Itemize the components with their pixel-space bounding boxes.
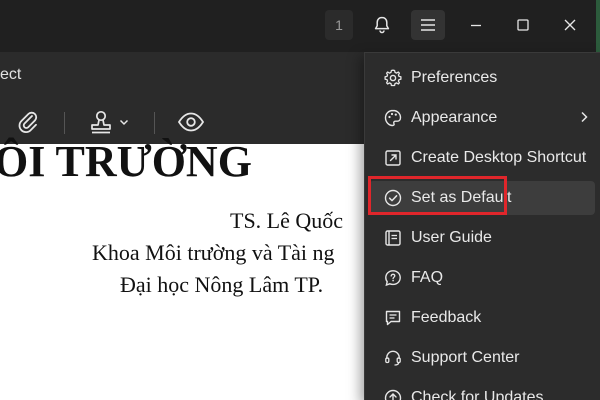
gear-icon: [381, 66, 405, 90]
menu-item-preferences[interactable]: Preferences: [369, 61, 595, 95]
hamburger-menu-icon[interactable]: [411, 10, 445, 40]
toolbar-divider: [64, 112, 65, 134]
menu-item-label: Set as Default: [411, 189, 512, 206]
menu-item-label: Support Center: [411, 349, 520, 366]
menu-item-create-desktop-shortcut[interactable]: Create Desktop Shortcut: [369, 141, 595, 175]
eye-icon[interactable]: [176, 108, 206, 136]
menu-item-feedback[interactable]: Feedback: [369, 301, 595, 335]
tab-label[interactable]: ect: [0, 66, 21, 84]
menu-item-check-for-updates[interactable]: Check for Updates: [369, 381, 595, 400]
main-menu-dropdown: Preferences Appearance Create Desktop Sh…: [364, 52, 600, 400]
feedback-icon: [381, 306, 405, 330]
bell-icon[interactable]: [365, 10, 399, 40]
app-window: 1 ect ÔI TRƯỜNG TS. Lê Quốc Khoa Môi trư…: [0, 0, 600, 400]
document-line: TS. Lê Quốc: [230, 208, 344, 233]
minimize-icon[interactable]: [459, 10, 493, 40]
shortcut-icon: [381, 146, 405, 170]
chevron-right-icon: [581, 111, 588, 123]
update-icon: [381, 386, 405, 400]
maximize-icon[interactable]: [506, 10, 540, 40]
menu-item-label: Appearance: [411, 109, 498, 126]
menu-item-faq[interactable]: FAQ: [369, 261, 595, 295]
menu-item-label: Create Desktop Shortcut: [411, 149, 587, 166]
faq-icon: [381, 266, 405, 290]
check-circle-icon: [381, 186, 405, 210]
document-line: Khoa Môi trường và Tài ng: [92, 240, 335, 265]
paperclip-icon[interactable]: [14, 108, 42, 136]
guide-icon: [381, 226, 405, 250]
menu-item-appearance[interactable]: Appearance: [369, 101, 595, 135]
window-accent-edge: [596, 0, 600, 52]
menu-item-label: Check for Updates: [411, 389, 544, 400]
notification-count-badge[interactable]: 1: [325, 10, 353, 40]
menu-item-label: FAQ: [411, 269, 444, 286]
palette-icon: [381, 106, 405, 130]
document-line: Đại học Nông Lâm TP.: [120, 272, 324, 297]
stamp-icon: [91, 110, 111, 134]
chevron-down-icon: [119, 119, 129, 126]
toolbar-divider: [154, 112, 155, 134]
headset-icon: [381, 346, 405, 370]
menu-item-label: Feedback: [411, 309, 482, 326]
menu-item-label: User Guide: [411, 229, 492, 246]
close-icon[interactable]: [553, 10, 587, 40]
menu-item-label: Preferences: [411, 69, 498, 86]
menu-item-support-center[interactable]: Support Center: [369, 341, 595, 375]
stamp-tool-button[interactable]: [88, 108, 130, 136]
document-heading: ÔI TRƯỜNG: [0, 137, 252, 186]
menu-item-user-guide[interactable]: User Guide: [369, 221, 595, 255]
title-bar: 1: [0, 0, 600, 52]
menu-item-set-as-default[interactable]: Set as Default: [369, 181, 595, 215]
